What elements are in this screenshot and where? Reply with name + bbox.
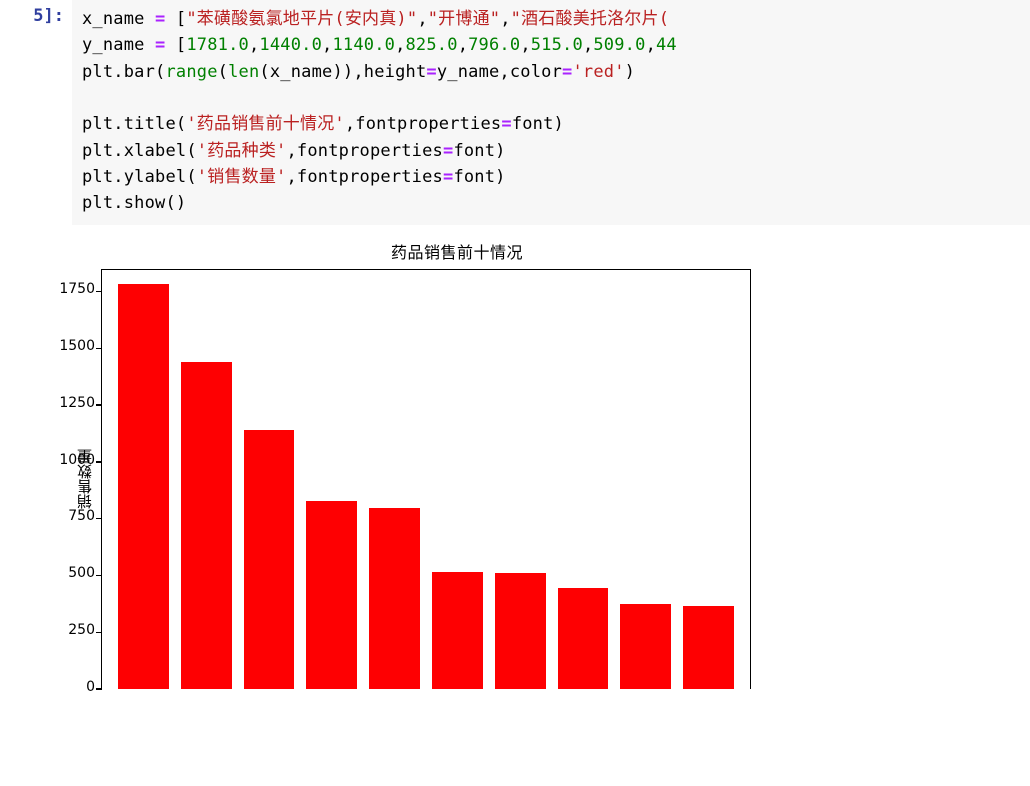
chart-bar <box>558 588 609 689</box>
code-input[interactable]: x_name = ["苯磺酸氨氯地平片(安内真)","开博通","酒石酸美托洛尔… <box>72 0 1030 225</box>
code-line-1: x_name = ["苯磺酸氨氯地平片(安内真)","开博通","酒石酸美托洛尔… <box>82 9 669 29</box>
y-tick-label: 1750 <box>59 282 95 296</box>
chart-bar <box>306 501 357 688</box>
y-tick-mark <box>96 632 102 634</box>
code-line-3: plt.bar(range(len(x_name)),height=y_name… <box>82 62 635 82</box>
y-tick-mark <box>96 291 102 293</box>
chart-title: 药品销售前十情况 <box>72 239 842 263</box>
chart-container: 药品销售前十情况 销售数量 02505007501000125015001750 <box>72 239 842 689</box>
y-tick-mark <box>96 575 102 577</box>
y-tick-mark <box>96 518 102 520</box>
chart-bar <box>369 508 420 689</box>
chart-body: 销售数量 02505007501000125015001750 <box>72 269 842 689</box>
code-line-8: plt.show() <box>82 193 186 213</box>
y-tick-mark <box>96 404 102 406</box>
y-tick-label: 250 <box>68 623 95 637</box>
chart-bar <box>495 573 546 689</box>
code-cell: 5]: x_name = ["苯磺酸氨氯地平片(安内真)","开博通","酒石酸… <box>0 0 1030 225</box>
code-line-6: plt.xlabel('药品种类',fontproperties=font) <box>82 141 506 161</box>
code-line-5: plt.title('药品销售前十情况',fontproperties=font… <box>82 114 564 134</box>
y-tick-mark <box>96 688 102 690</box>
cell-prompt: 5]: <box>0 0 72 26</box>
chart-bar <box>683 606 734 689</box>
code-line-7: plt.ylabel('销售数量',fontproperties=font) <box>82 167 506 187</box>
chart-bar <box>432 572 483 689</box>
y-tick-label: 1500 <box>59 339 95 353</box>
y-tick-label: 750 <box>68 509 95 523</box>
chart-bar <box>181 362 232 689</box>
y-tick-mark <box>96 461 102 463</box>
chart-bars <box>102 270 750 689</box>
y-tick-label: 1250 <box>59 396 95 410</box>
chart-plot-area <box>101 269 751 689</box>
y-tick-label: 500 <box>68 566 95 580</box>
y-tick-mark <box>96 348 102 350</box>
code-line-2: y_name = [1781.0,1440.0,1140.0,825.0,796… <box>82 35 677 55</box>
cell-output: 药品销售前十情况 销售数量 02505007501000125015001750 <box>0 225 1030 689</box>
y-tick-label: 1000 <box>59 453 95 467</box>
chart-bar <box>620 604 671 689</box>
y-tick-label: 0 <box>86 680 95 694</box>
chart-bar <box>244 430 295 689</box>
chart-bar <box>118 284 169 688</box>
